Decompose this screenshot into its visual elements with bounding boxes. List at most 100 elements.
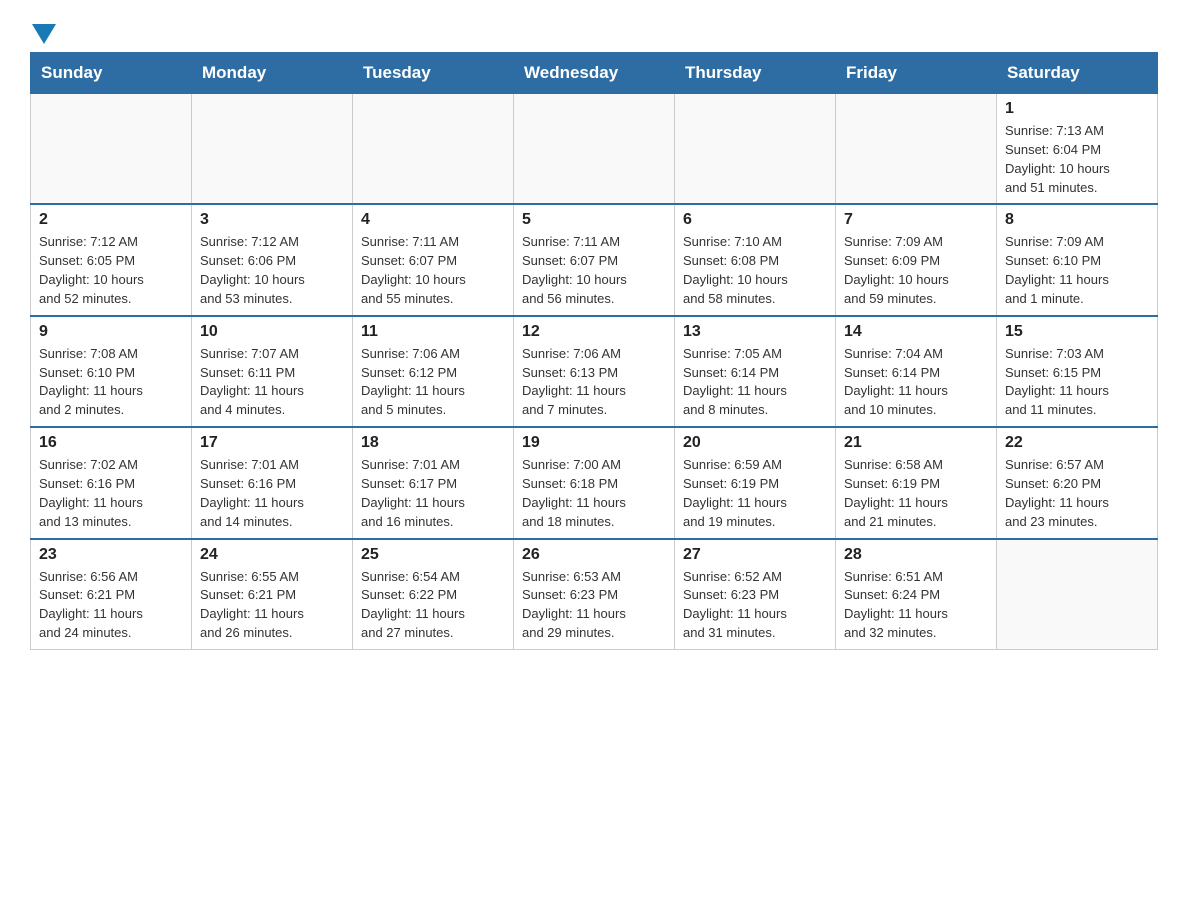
calendar-cell: 23 Sunrise: 6:56 AMSunset: 6:21 PMDayligh… (31, 539, 192, 650)
day-info: Sunrise: 7:01 AMSunset: 6:17 PMDaylight:… (361, 456, 505, 531)
day-info: Sunrise: 7:12 AMSunset: 6:05 PMDaylight:… (39, 233, 183, 308)
calendar-cell: 9 Sunrise: 7:08 AMSunset: 6:10 PMDaylight… (31, 316, 192, 427)
day-info: Sunrise: 7:09 AMSunset: 6:10 PMDaylight:… (1005, 233, 1149, 308)
day-number: 5 (522, 211, 666, 229)
day-of-week-header: Monday (192, 53, 353, 94)
day-info: Sunrise: 7:01 AMSunset: 6:16 PMDaylight:… (200, 456, 344, 531)
calendar-cell: 27 Sunrise: 6:52 AMSunset: 6:23 PMDayligh… (675, 539, 836, 650)
calendar-cell: 12Sunrise: 7:06 AMSunset: 6:13 PMDayligh… (514, 316, 675, 427)
day-of-week-header: Tuesday (353, 53, 514, 94)
calendar-week-row: 16 Sunrise: 7:02 AMSunset: 6:16 PMDayligh… (31, 427, 1158, 538)
calendar-cell: 11 Sunrise: 7:06 AMSunset: 6:12 PMDayligh… (353, 316, 514, 427)
calendar-cell: 25 Sunrise: 6:54 AMSunset: 6:22 PMDayligh… (353, 539, 514, 650)
calendar-cell (31, 94, 192, 205)
calendar-cell: 16 Sunrise: 7:02 AMSunset: 6:16 PMDayligh… (31, 427, 192, 538)
day-number: 18 (361, 434, 505, 452)
day-info: Sunrise: 7:13 AMSunset: 6:04 PMDaylight:… (1005, 122, 1149, 197)
day-info: Sunrise: 7:05 AMSunset: 6:14 PMDaylight:… (683, 345, 827, 420)
calendar-cell: 26 Sunrise: 6:53 AMSunset: 6:23 PMDayligh… (514, 539, 675, 650)
day-info: Sunrise: 6:53 AMSunset: 6:23 PMDaylight:… (522, 568, 666, 643)
day-info: Sunrise: 7:12 AMSunset: 6:06 PMDaylight:… (200, 233, 344, 308)
day-number: 9 (39, 323, 183, 341)
day-number: 8 (1005, 211, 1149, 229)
page-header (30, 20, 1158, 42)
day-number: 4 (361, 211, 505, 229)
calendar-cell (997, 539, 1158, 650)
day-of-week-header: Thursday (675, 53, 836, 94)
calendar-cell: 4 Sunrise: 7:11 AMSunset: 6:07 PMDaylight… (353, 204, 514, 315)
day-info: Sunrise: 7:11 AMSunset: 6:07 PMDaylight:… (361, 233, 505, 308)
calendar-cell: 2 Sunrise: 7:12 AMSunset: 6:05 PMDaylight… (31, 204, 192, 315)
day-info: Sunrise: 7:06 AMSunset: 6:13 PMDaylight:… (522, 345, 666, 420)
day-info: Sunrise: 7:09 AMSunset: 6:09 PMDaylight:… (844, 233, 988, 308)
calendar-cell: 7 Sunrise: 7:09 AMSunset: 6:09 PMDaylight… (836, 204, 997, 315)
day-info: Sunrise: 7:02 AMSunset: 6:16 PMDaylight:… (39, 456, 183, 531)
day-of-week-header: Saturday (997, 53, 1158, 94)
logo (30, 20, 56, 42)
day-info: Sunrise: 7:04 AMSunset: 6:14 PMDaylight:… (844, 345, 988, 420)
day-number: 1 (1005, 100, 1149, 118)
day-number: 6 (683, 211, 827, 229)
calendar-week-row: 23 Sunrise: 6:56 AMSunset: 6:21 PMDayligh… (31, 539, 1158, 650)
day-number: 10 (200, 323, 344, 341)
day-of-week-header: Wednesday (514, 53, 675, 94)
calendar-header-row: SundayMondayTuesdayWednesdayThursdayFrid… (31, 53, 1158, 94)
calendar-cell: 18 Sunrise: 7:01 AMSunset: 6:17 PMDayligh… (353, 427, 514, 538)
calendar-cell: 13 Sunrise: 7:05 AMSunset: 6:14 PMDayligh… (675, 316, 836, 427)
calendar-cell (514, 94, 675, 205)
day-number: 2 (39, 211, 183, 229)
calendar-cell: 19 Sunrise: 7:00 AMSunset: 6:18 PMDayligh… (514, 427, 675, 538)
calendar-cell: 10 Sunrise: 7:07 AMSunset: 6:11 PMDayligh… (192, 316, 353, 427)
day-info: Sunrise: 6:54 AMSunset: 6:22 PMDaylight:… (361, 568, 505, 643)
calendar-cell: 5 Sunrise: 7:11 AMSunset: 6:07 PMDaylight… (514, 204, 675, 315)
day-number: 16 (39, 434, 183, 452)
calendar-week-row: 1 Sunrise: 7:13 AMSunset: 6:04 PMDaylight… (31, 94, 1158, 205)
logo-triangle-icon (32, 24, 56, 44)
calendar-week-row: 9 Sunrise: 7:08 AMSunset: 6:10 PMDaylight… (31, 316, 1158, 427)
day-info: Sunrise: 6:56 AMSunset: 6:21 PMDaylight:… (39, 568, 183, 643)
day-of-week-header: Friday (836, 53, 997, 94)
day-info: Sunrise: 7:07 AMSunset: 6:11 PMDaylight:… (200, 345, 344, 420)
day-info: Sunrise: 7:10 AMSunset: 6:08 PMDaylight:… (683, 233, 827, 308)
calendar-table: SundayMondayTuesdayWednesdayThursdayFrid… (30, 52, 1158, 650)
day-info: Sunrise: 7:08 AMSunset: 6:10 PMDaylight:… (39, 345, 183, 420)
day-info: Sunrise: 6:52 AMSunset: 6:23 PMDaylight:… (683, 568, 827, 643)
day-info: Sunrise: 6:51 AMSunset: 6:24 PMDaylight:… (844, 568, 988, 643)
day-number: 19 (522, 434, 666, 452)
calendar-cell (836, 94, 997, 205)
day-number: 26 (522, 546, 666, 564)
day-number: 27 (683, 546, 827, 564)
day-info: Sunrise: 6:59 AMSunset: 6:19 PMDaylight:… (683, 456, 827, 531)
calendar-cell: 14 Sunrise: 7:04 AMSunset: 6:14 PMDayligh… (836, 316, 997, 427)
calendar-week-row: 2 Sunrise: 7:12 AMSunset: 6:05 PMDaylight… (31, 204, 1158, 315)
calendar-cell: 1 Sunrise: 7:13 AMSunset: 6:04 PMDaylight… (997, 94, 1158, 205)
day-number: 28 (844, 546, 988, 564)
day-number: 22 (1005, 434, 1149, 452)
calendar-cell: 22Sunrise: 6:57 AMSunset: 6:20 PMDayligh… (997, 427, 1158, 538)
day-number: 13 (683, 323, 827, 341)
day-number: 7 (844, 211, 988, 229)
calendar-cell (353, 94, 514, 205)
calendar-cell: 8 Sunrise: 7:09 AMSunset: 6:10 PMDaylight… (997, 204, 1158, 315)
day-info: Sunrise: 7:11 AMSunset: 6:07 PMDaylight:… (522, 233, 666, 308)
day-number: 3 (200, 211, 344, 229)
day-number: 24 (200, 546, 344, 564)
day-info: Sunrise: 7:00 AMSunset: 6:18 PMDaylight:… (522, 456, 666, 531)
day-number: 15 (1005, 323, 1149, 341)
day-info: Sunrise: 6:55 AMSunset: 6:21 PMDaylight:… (200, 568, 344, 643)
calendar-cell (192, 94, 353, 205)
day-of-week-header: Sunday (31, 53, 192, 94)
day-info: Sunrise: 7:06 AMSunset: 6:12 PMDaylight:… (361, 345, 505, 420)
day-number: 25 (361, 546, 505, 564)
day-info: Sunrise: 7:03 AMSunset: 6:15 PMDaylight:… (1005, 345, 1149, 420)
day-number: 11 (361, 323, 505, 341)
calendar-cell: 3 Sunrise: 7:12 AMSunset: 6:06 PMDaylight… (192, 204, 353, 315)
day-number: 21 (844, 434, 988, 452)
day-number: 23 (39, 546, 183, 564)
calendar-cell: 20 Sunrise: 6:59 AMSunset: 6:19 PMDayligh… (675, 427, 836, 538)
calendar-cell: 21 Sunrise: 6:58 AMSunset: 6:19 PMDayligh… (836, 427, 997, 538)
day-number: 20 (683, 434, 827, 452)
day-info: Sunrise: 6:58 AMSunset: 6:19 PMDaylight:… (844, 456, 988, 531)
calendar-cell: 17Sunrise: 7:01 AMSunset: 6:16 PMDayligh… (192, 427, 353, 538)
day-number: 14 (844, 323, 988, 341)
